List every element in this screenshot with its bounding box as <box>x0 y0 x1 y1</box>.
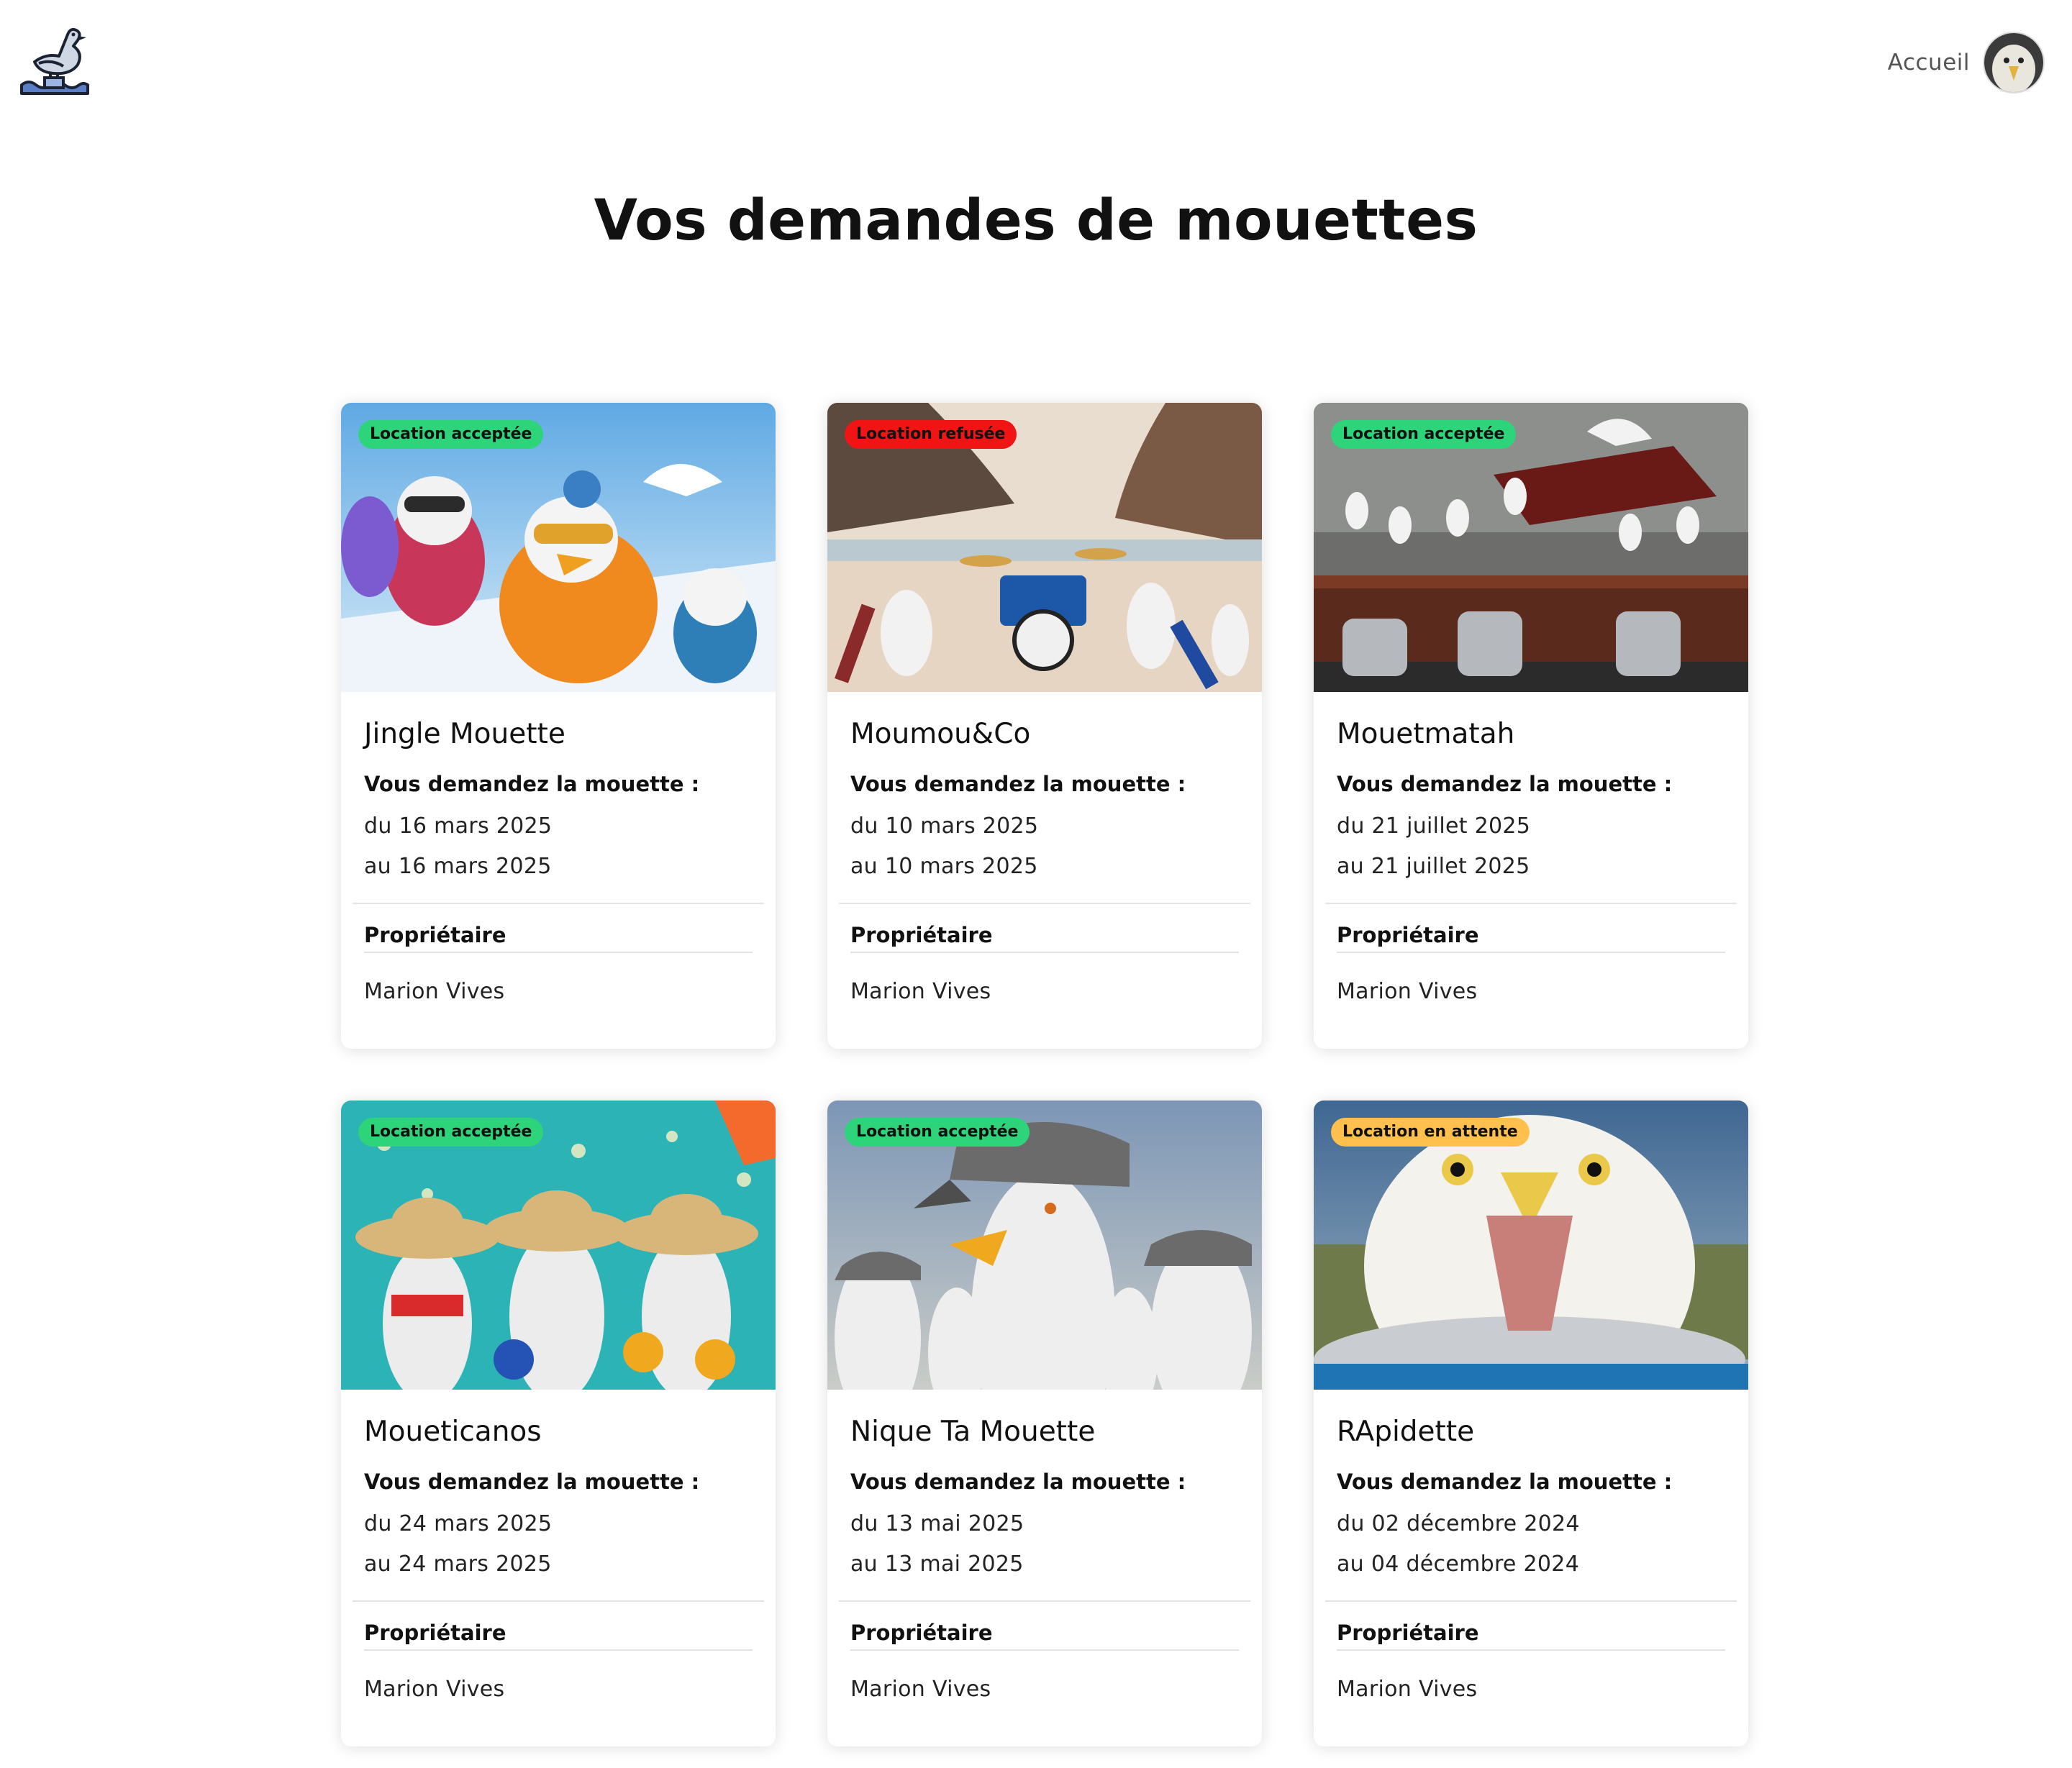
seagull-avatar-icon[interactable] <box>1983 32 2045 94</box>
owner-label: Propriétaire <box>1337 923 1725 953</box>
request-card[interactable]: Location refusée Moumou&Co Vous demandez… <box>827 403 1262 1049</box>
card-title: Jingle Mouette <box>364 718 565 750</box>
date-to: au 16 mars 2025 <box>364 854 552 879</box>
card-body: Jingle Mouette Vous demandez la mouette … <box>341 692 776 1004</box>
status-badge: Location refusée <box>845 420 1017 449</box>
status-badge: Location acceptée <box>1331 420 1517 449</box>
date-to: au 13 mai 2025 <box>850 1551 1024 1577</box>
page-title: Vos demandes de mouettes <box>594 188 1478 253</box>
date-to: au 21 juillet 2025 <box>1337 854 1530 879</box>
request-card[interactable]: Location acceptée Jingle Mouette Vous de… <box>341 403 776 1049</box>
owner-name: Marion Vives <box>364 1677 505 1702</box>
status-badge: Location en attente <box>1331 1118 1530 1147</box>
divider <box>1325 903 1737 904</box>
date-to: au 04 décembre 2024 <box>1337 1551 1580 1577</box>
divider <box>353 903 764 904</box>
card-body: Moumou&Co Vous demandez la mouette : du … <box>827 692 1262 1004</box>
owner-name: Marion Vives <box>1337 1677 1478 1702</box>
date-to: au 10 mars 2025 <box>850 854 1038 879</box>
card-body: RApidette Vous demandez la mouette : du … <box>1314 1390 1748 1702</box>
request-label: Vous demandez la mouette : <box>1337 1469 1673 1494</box>
date-to: au 24 mars 2025 <box>364 1551 552 1577</box>
request-card[interactable]: Location en attente RApidette Vous deman… <box>1314 1101 1748 1746</box>
divider <box>839 903 1250 904</box>
request-label: Vous demandez la mouette : <box>1337 772 1673 796</box>
request-label: Vous demandez la mouette : <box>850 772 1186 796</box>
request-label: Vous demandez la mouette : <box>364 1469 700 1494</box>
owner-name: Marion Vives <box>1337 979 1478 1004</box>
divider <box>353 1600 764 1602</box>
request-card[interactable]: Location acceptée Moueticanos Vous deman… <box>341 1101 776 1746</box>
request-label: Vous demandez la mouette : <box>364 772 700 796</box>
card-title: Moumou&Co <box>850 718 1031 750</box>
card-title: Mouetmatah <box>1337 718 1515 750</box>
card-title: Moueticanos <box>364 1416 542 1448</box>
owner-label: Propriétaire <box>850 1621 1239 1651</box>
owner-label: Propriétaire <box>850 923 1239 953</box>
owner-label: Propriétaire <box>364 1621 753 1651</box>
date-from: du 02 décembre 2024 <box>1337 1511 1580 1536</box>
request-label: Vous demandez la mouette : <box>850 1469 1186 1494</box>
date-from: du 13 mai 2025 <box>850 1511 1024 1536</box>
owner-name: Marion Vives <box>850 1677 991 1702</box>
date-from: du 10 mars 2025 <box>850 814 1039 839</box>
date-from: du 21 juillet 2025 <box>1337 814 1531 839</box>
status-badge: Location acceptée <box>358 420 544 449</box>
card-body: Moueticanos Vous demandez la mouette : d… <box>341 1390 776 1702</box>
date-from: du 16 mars 2025 <box>364 814 553 839</box>
owner-name: Marion Vives <box>364 979 505 1004</box>
status-badge: Location acceptée <box>358 1118 544 1147</box>
owner-label: Propriétaire <box>1337 1621 1725 1651</box>
home-link[interactable]: Accueil <box>1888 50 1970 76</box>
status-badge: Location acceptée <box>845 1118 1030 1147</box>
card-title: Nique Ta Mouette <box>850 1416 1096 1448</box>
divider <box>839 1600 1250 1602</box>
owner-name: Marion Vives <box>850 979 991 1004</box>
divider <box>1325 1600 1737 1602</box>
card-body: Mouetmatah Vous demandez la mouette : du… <box>1314 692 1748 1004</box>
requests-grid: Location acceptée Jingle Mouette Vous de… <box>341 403 1748 1746</box>
card-body: Nique Ta Mouette Vous demandez la mouett… <box>827 1390 1262 1702</box>
header-nav: Accueil <box>1888 32 2045 94</box>
request-card[interactable]: Location acceptée Mouetmatah Vous demand… <box>1314 403 1748 1049</box>
card-title: RApidette <box>1337 1416 1475 1448</box>
owner-label: Propriétaire <box>364 923 753 953</box>
request-card[interactable]: Location acceptée Nique Ta Mouette Vous … <box>827 1101 1262 1746</box>
date-from: du 24 mars 2025 <box>364 1511 553 1536</box>
seagull-logo-icon[interactable] <box>17 24 91 99</box>
